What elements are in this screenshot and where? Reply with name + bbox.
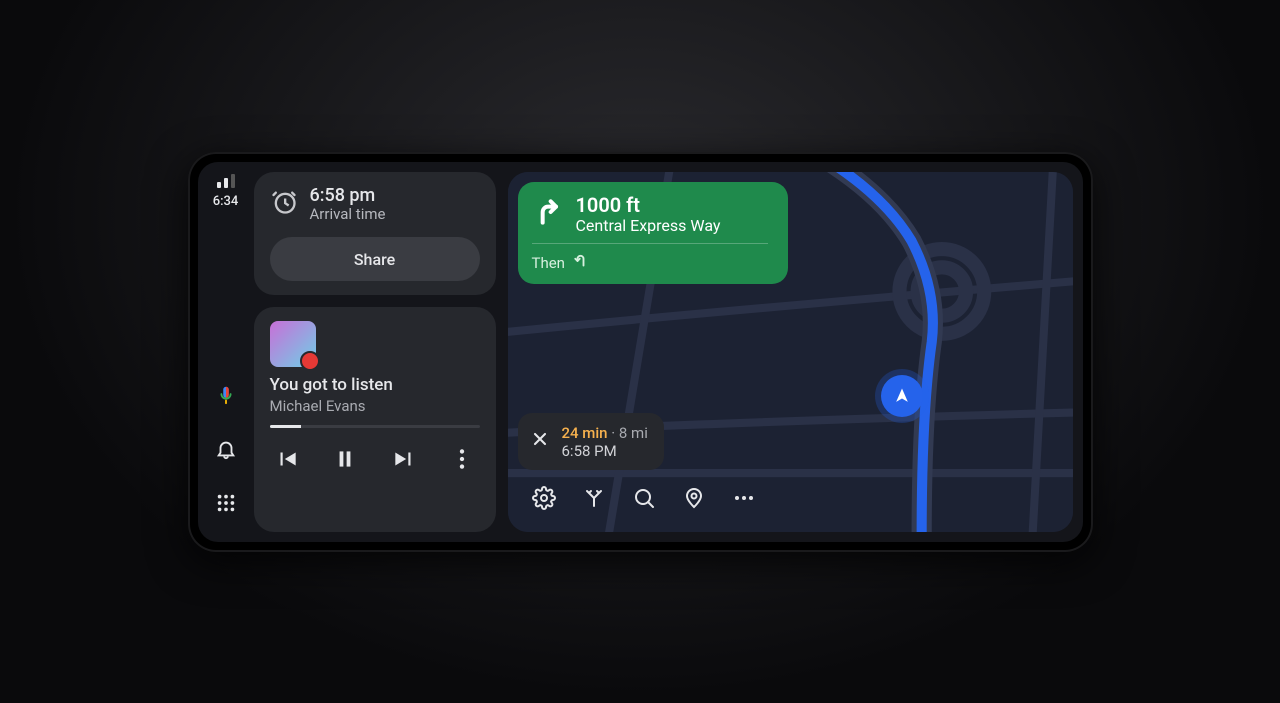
- media-progress[interactable]: [270, 425, 480, 428]
- eta-label: Arrival time: [310, 205, 386, 223]
- status-rail: 6:34: [198, 162, 254, 542]
- pin-icon[interactable]: [682, 486, 706, 514]
- nav-distance: 1000 ft: [576, 194, 721, 216]
- map-toolbar: [518, 478, 770, 522]
- search-icon[interactable]: [632, 486, 656, 514]
- share-button[interactable]: Share: [270, 237, 480, 281]
- infotainment-device: 6:34: [188, 152, 1093, 552]
- prev-track-icon[interactable]: [274, 446, 300, 476]
- clock: 6:34: [213, 194, 239, 209]
- trip-summary-chip[interactable]: 24 min · 8 mi 6:58 PM: [518, 413, 664, 470]
- pause-icon[interactable]: [332, 446, 358, 476]
- bell-icon[interactable]: [215, 438, 237, 464]
- clock-icon: [270, 188, 298, 220]
- next-track-icon[interactable]: [391, 446, 417, 476]
- eta-time: 6:58 pm: [310, 186, 386, 206]
- current-location-marker: [881, 375, 923, 417]
- status-area: 6:34: [213, 174, 239, 209]
- close-icon[interactable]: [530, 429, 550, 453]
- nav-direction-banner[interactable]: 1000 ft Central Express Way Then: [518, 182, 788, 284]
- album-art[interactable]: [270, 321, 316, 367]
- track-title: You got to listen: [270, 375, 480, 395]
- trip-duration: 24 min: [562, 424, 608, 442]
- map[interactable]: 1000 ft Central Express Way Then: [508, 172, 1073, 532]
- media-card: You got to listen Michael Evans: [254, 307, 496, 531]
- eta-card: 6:58 pm Arrival time Share: [254, 172, 496, 296]
- screen: 6:34: [198, 162, 1083, 542]
- apps-icon[interactable]: [215, 492, 237, 518]
- nav-road: Central Express Way: [576, 216, 721, 235]
- share-button-label: Share: [354, 250, 395, 269]
- track-artist: Michael Evans: [270, 397, 480, 415]
- mic-icon[interactable]: [215, 384, 237, 410]
- side-panel: 6:58 pm Arrival time Share You got to li…: [254, 162, 502, 542]
- settings-icon[interactable]: [532, 486, 556, 514]
- more-icon[interactable]: [449, 446, 475, 476]
- trip-distance: 8 mi: [619, 424, 648, 442]
- more-horizontal-icon[interactable]: [732, 486, 756, 514]
- uturn-icon: [573, 252, 591, 274]
- signal-icon: [217, 174, 235, 188]
- turn-right-icon: [532, 194, 564, 232]
- routes-icon[interactable]: [582, 486, 606, 514]
- nav-then-label: Then: [532, 254, 565, 272]
- trip-arrival: 6:58 PM: [562, 442, 648, 460]
- trip-separator: ·: [608, 424, 619, 442]
